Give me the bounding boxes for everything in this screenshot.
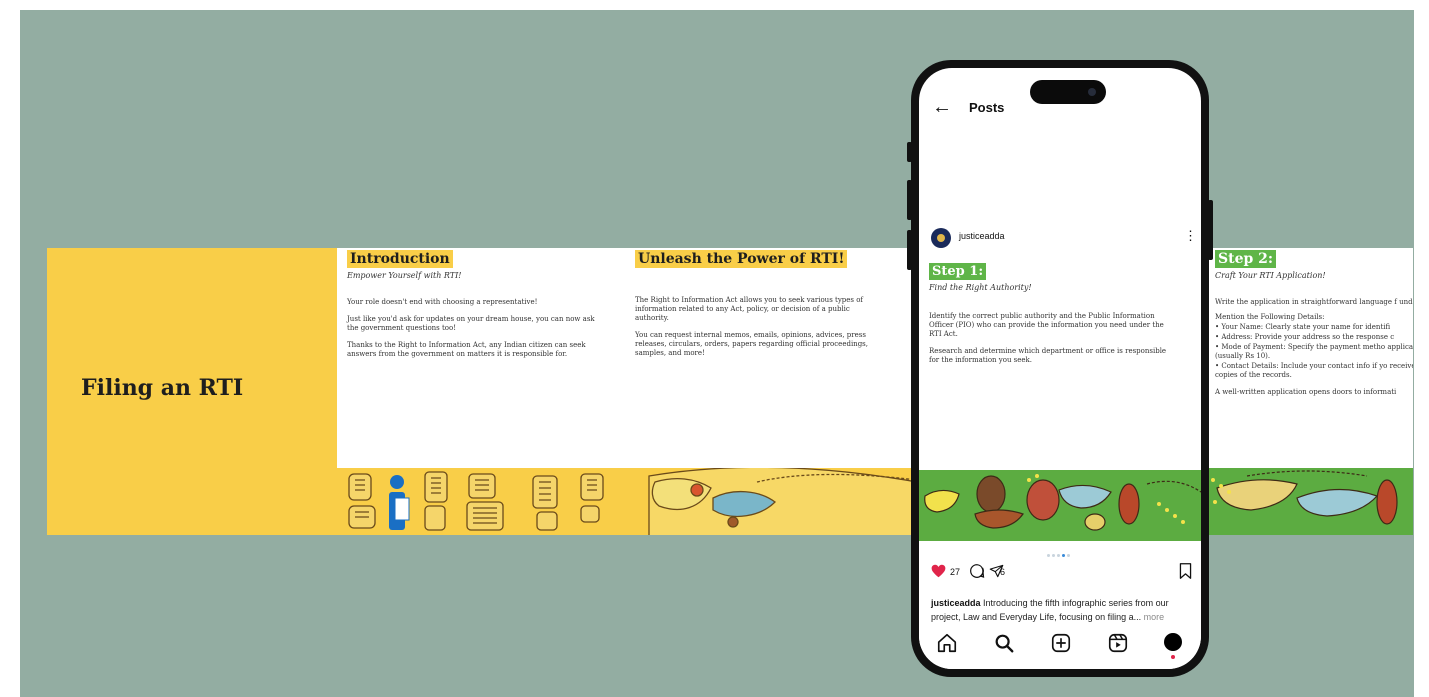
caption-username[interactable]: justiceadda <box>931 598 981 608</box>
slide-subheading: Empower Yourself with RTI! <box>347 271 462 280</box>
slide-paragraph: • Your Name: Clearly state your name for… <box>1215 323 1391 331</box>
cover-title: Filing an RTI <box>81 375 244 401</box>
carousel-dot <box>1052 554 1055 557</box>
bottom-tab-bar <box>919 626 1201 669</box>
slide-paragraph: Write the application in straightforward… <box>1215 298 1413 306</box>
slide-paragraph: Identify the correct public authority an… <box>929 312 1164 338</box>
document-illustration-band <box>337 468 917 535</box>
post-caption: justiceadda Introducing the fifth infogr… <box>931 596 1193 624</box>
create-post-icon[interactable] <box>1050 632 1072 654</box>
slide-paragraph: Thanks to the Right to Information Act, … <box>347 341 586 358</box>
phone-side-button <box>907 230 912 270</box>
slide-paragraph: Mention the Following Details: <box>1215 313 1325 321</box>
slide-paragraph: The Right to Information Act allows you … <box>635 296 864 322</box>
slide-paragraph: Research and determine which department … <box>929 347 1167 364</box>
slide-paragraph: Your role doesn't end with choosing a re… <box>347 298 538 306</box>
slide-heading: Step 1: <box>929 263 987 280</box>
slide-subheading: Craft Your RTI Application! <box>1215 271 1326 280</box>
slide-heading: Introduction <box>347 250 453 268</box>
slide-paragraph: A well-written application opens doors t… <box>1215 388 1397 396</box>
camera-icon <box>1088 88 1096 96</box>
phone-screen: ← Posts justiceadda ⋮ Step 1: Find the R… <box>919 68 1201 669</box>
post-actions: 27 6 <box>931 560 1193 582</box>
slide-paragraph: • Address: Provide your address so the r… <box>1215 333 1395 341</box>
carousel-dot <box>1057 554 1060 557</box>
notification-dot <box>1171 655 1175 659</box>
slide-step-1: Step 1: Find the Right Authority! Identi… <box>929 260 1167 365</box>
profile-avatar-icon[interactable] <box>1164 633 1182 651</box>
like-count: 27 <box>950 567 961 577</box>
slide-heading: Step 2: <box>1215 250 1277 268</box>
dynamic-island <box>1030 80 1106 104</box>
heart-icon[interactable] <box>931 564 946 578</box>
slide-subheading: Find the Right Authority! <box>929 283 1032 292</box>
avatar[interactable] <box>931 228 951 248</box>
reels-icon[interactable] <box>1107 632 1129 654</box>
slide-step-2: Step 2: Craft Your RTI Application! Writ… <box>1215 248 1413 468</box>
post-image[interactable]: Step 1: Find the Right Authority! Identi… <box>919 248 1201 541</box>
phone-mockup: ← Posts justiceadda ⋮ Step 1: Find the R… <box>907 60 1213 677</box>
share-count: 6 <box>1000 567 1006 577</box>
carousel-dot-active <box>1062 554 1065 557</box>
phone-side-button <box>907 180 912 220</box>
post-illustration-band <box>919 470 1201 541</box>
search-icon[interactable] <box>993 632 1015 654</box>
slide-introduction: Introduction Empower Yourself with RTI! … <box>347 248 599 468</box>
arrow-left-icon[interactable]: ← <box>932 96 952 119</box>
slide-power-of-rti: Unleash the Power of RTI! The Right to I… <box>635 248 880 468</box>
slide-paragraph: Just like you'd ask for updates on your … <box>347 315 595 332</box>
slide-paragraph: • Contact Details: Include your contact … <box>1215 362 1413 379</box>
bookmark-icon[interactable] <box>1179 563 1192 579</box>
carousel-dot <box>1047 554 1050 557</box>
slide-paragraph: • Mode of Payment: Specify the payment m… <box>1215 343 1413 360</box>
slide-paragraph: You can request internal memos, emails, … <box>635 331 868 357</box>
page-title: Posts <box>969 100 1005 115</box>
caption-more-link[interactable]: more <box>1144 612 1165 622</box>
home-icon[interactable] <box>936 632 958 654</box>
more-options-icon[interactable]: ⋮ <box>1184 228 1197 244</box>
documents-illustration <box>348 468 917 535</box>
post-illustration <box>924 474 1201 531</box>
post-username[interactable]: justiceadda <box>959 231 1005 241</box>
comment-icon[interactable] <box>969 563 985 579</box>
cover-slide: Filing an RTI <box>47 248 337 535</box>
slide-heading: Unleash the Power of RTI! <box>635 250 848 268</box>
carousel-dot <box>1067 554 1070 557</box>
phone-side-button <box>907 142 912 162</box>
phone-side-button <box>1208 200 1213 260</box>
